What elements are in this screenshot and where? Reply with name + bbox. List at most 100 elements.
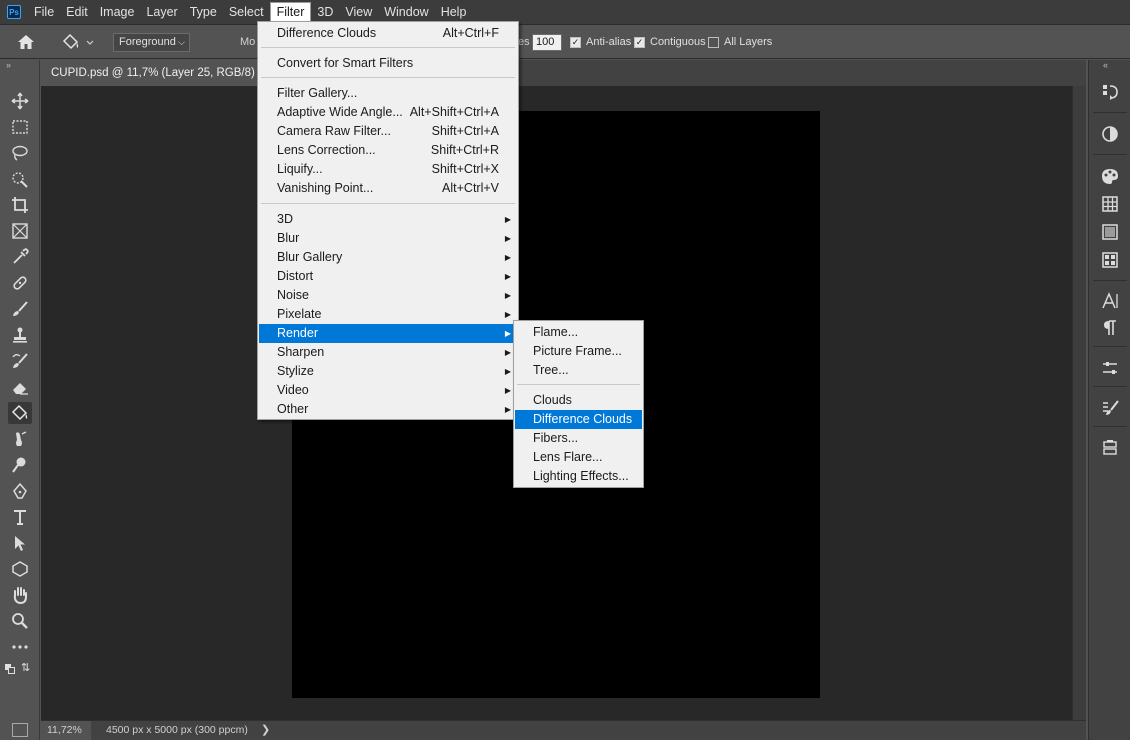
dodge-icon[interactable] — [8, 454, 32, 476]
swatches-icon[interactable] — [1099, 194, 1121, 214]
render-item-lighting-effects[interactable]: Lighting Effects... — [515, 467, 642, 486]
brush-icon[interactable] — [8, 298, 32, 320]
menu-type[interactable]: Type — [184, 2, 223, 22]
move-icon[interactable] — [8, 90, 32, 112]
menu-item-label: Tree... — [533, 363, 569, 377]
quick-select-icon[interactable] — [8, 168, 32, 190]
eraser-icon[interactable] — [8, 376, 32, 398]
quick-mask-icon[interactable] — [12, 723, 28, 737]
menu-layer[interactable]: Layer — [140, 2, 183, 22]
right-panel-dock: « — [1088, 60, 1130, 740]
collapse-panel-icon[interactable]: » — [6, 60, 11, 70]
vertical-scrollbar[interactable] — [1072, 86, 1086, 720]
submenu-arrow-icon: ▶ — [504, 405, 511, 414]
menu-item-shortcut: Shift+Ctrl+A — [431, 124, 499, 138]
menu-filter[interactable]: Filter — [269, 2, 312, 22]
menu-separator — [261, 77, 515, 78]
smudge-icon[interactable] — [8, 428, 32, 450]
filter-submenu-sharpen[interactable]: Sharpen ▶ — [259, 343, 517, 362]
menu-select[interactable]: Select — [223, 2, 270, 22]
zoom-icon[interactable] — [8, 610, 32, 632]
filter-submenu-noise[interactable]: Noise ▶ — [259, 286, 517, 305]
menu-file[interactable]: File — [28, 2, 60, 22]
default-colors-icon[interactable] — [5, 663, 15, 674]
properties-icon[interactable] — [1099, 358, 1121, 378]
render-item-tree[interactable]: Tree... — [515, 361, 642, 380]
menu-item-label: Difference Clouds — [533, 412, 633, 426]
lasso-icon[interactable] — [8, 142, 32, 164]
paragraph-icon[interactable] — [1099, 318, 1121, 338]
render-item-clouds[interactable]: Clouds — [515, 391, 642, 410]
filter-menu-item-camera-raw[interactable]: Camera Raw Filter... Shift+Ctrl+A — [259, 122, 517, 141]
menu-help[interactable]: Help — [435, 2, 473, 22]
filter-submenu-other[interactable]: Other ▶ — [259, 400, 517, 419]
pen-icon[interactable] — [8, 480, 32, 502]
eyedropper-icon[interactable] — [8, 246, 32, 268]
filter-submenu-blur[interactable]: Blur ▶ — [259, 229, 517, 248]
history-icon[interactable] — [1099, 82, 1121, 102]
menu-view[interactable]: View — [339, 2, 378, 22]
brush-settings-icon[interactable] — [1099, 398, 1121, 418]
frame-icon[interactable] — [8, 220, 32, 242]
menu-edit[interactable]: Edit — [60, 2, 94, 22]
patterns-icon[interactable] — [1099, 250, 1121, 270]
all-layers-checkbox[interactable]: All Layers — [708, 36, 772, 48]
filter-menu-item-liquify[interactable]: Liquify... Shift+Ctrl+X — [259, 160, 517, 179]
filter-submenu-render[interactable]: Render ▶ — [259, 324, 517, 343]
filter-submenu-pixelate[interactable]: Pixelate ▶ — [259, 305, 517, 324]
filter-menu-item-last-filter[interactable]: Difference Clouds Alt+Ctrl+F — [259, 24, 517, 43]
filter-submenu-stylize[interactable]: Stylize ▶ — [259, 362, 517, 381]
filter-menu-item-filter-gallery[interactable]: Filter Gallery... — [259, 84, 517, 103]
character-icon[interactable] — [1099, 291, 1121, 311]
filter-submenu-3d[interactable]: 3D ▶ — [259, 210, 517, 229]
path-select-icon[interactable] — [8, 532, 32, 554]
menu-item-label: Clouds — [533, 393, 572, 407]
more-tools-icon[interactable] — [8, 636, 32, 658]
render-item-lens-flare[interactable]: Lens Flare... — [515, 448, 642, 467]
menu-item-shortcut: Alt+Ctrl+F — [442, 26, 499, 40]
filter-menu-item-adaptive-wide-angle[interactable]: Adaptive Wide Angle... Alt+Shift+Ctrl+A — [259, 103, 517, 122]
document-tab[interactable]: CUPID.psd @ 11,7% (Layer 25, RGB/8) * — [41, 60, 273, 86]
render-item-difference-clouds[interactable]: Difference Clouds — [515, 410, 642, 429]
gradients-icon[interactable] — [1099, 222, 1121, 242]
menu-image[interactable]: Image — [94, 2, 141, 22]
hand-icon[interactable] — [8, 584, 32, 606]
adjustments-icon[interactable] — [1099, 124, 1121, 144]
marquee-icon[interactable] — [8, 116, 32, 138]
filter-menu-item-vanishing-point[interactable]: Vanishing Point... Alt+Ctrl+V — [259, 179, 517, 198]
zoom-level-field[interactable]: 11,72% — [41, 721, 91, 740]
menu-item-label: Lighting Effects... — [533, 469, 629, 483]
paint-bucket-icon[interactable] — [8, 402, 32, 424]
all-layers-label: All Layers — [724, 36, 773, 48]
filter-submenu-distort[interactable]: Distort ▶ — [259, 267, 517, 286]
render-submenu: Flame... Picture Frame... Tree... Clouds… — [513, 320, 644, 488]
healing-brush-icon[interactable] — [8, 272, 32, 294]
menu-item-label: Difference Clouds — [277, 26, 377, 40]
swap-colors-icon[interactable]: ⇅ — [21, 663, 33, 675]
shape-icon[interactable] — [8, 558, 32, 580]
history-brush-icon[interactable] — [8, 350, 32, 372]
type-icon[interactable] — [8, 506, 32, 528]
render-item-fibers[interactable]: Fibers... — [515, 429, 642, 448]
status-menu-arrow-icon[interactable]: ❯ — [261, 721, 270, 740]
render-item-picture-frame[interactable]: Picture Frame... — [515, 342, 642, 361]
color-icon[interactable] — [1099, 166, 1121, 186]
filter-submenu-blur-gallery[interactable]: Blur Gallery ▶ — [259, 248, 517, 267]
tolerance-input[interactable]: 100 — [532, 34, 562, 51]
render-item-flame[interactable]: Flame... — [515, 323, 642, 342]
anti-alias-checkbox[interactable]: ✓ Anti-alias — [570, 36, 631, 48]
filter-menu-item-convert-smart[interactable]: Convert for Smart Filters — [259, 54, 517, 73]
filter-submenu-video[interactable]: Video ▶ — [259, 381, 517, 400]
home-icon[interactable] — [15, 33, 37, 51]
menu-item-label: Vanishing Point... — [277, 181, 374, 195]
menu-3d[interactable]: 3D — [311, 2, 339, 22]
clone-stamp-icon[interactable] — [8, 324, 32, 346]
menu-window[interactable]: Window — [378, 2, 434, 22]
collapse-panel-icon[interactable]: « — [1103, 60, 1108, 70]
filter-menu-item-lens-correction[interactable]: Lens Correction... Shift+Ctrl+R — [259, 141, 517, 160]
fill-source-select[interactable]: Foreground ⌵ — [113, 33, 190, 52]
paint-bucket-preset-icon[interactable] — [60, 32, 96, 52]
libraries-icon[interactable] — [1099, 438, 1121, 458]
crop-icon[interactable] — [8, 194, 32, 216]
contiguous-checkbox[interactable]: ✓ Contiguous — [634, 36, 706, 48]
